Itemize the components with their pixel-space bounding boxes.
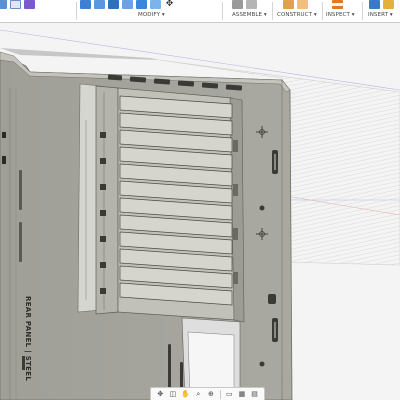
grid-icon[interactable]: ▦: [238, 390, 246, 398]
joint-icon[interactable]: [246, 0, 257, 9]
side-tab-hole: [268, 294, 276, 304]
screw-hole: [259, 361, 265, 367]
zoom-icon[interactable]: ⌕: [194, 390, 202, 398]
fit-icon[interactable]: ⊕: [207, 390, 215, 398]
pan-icon[interactable]: ✋: [181, 390, 190, 398]
fusion-app-window: ✥ MODIFY ▾ ASSEMBLE ▾ CONSTRUCT ▾ INSPEC…: [0, 0, 400, 400]
new-component-icon[interactable]: [232, 0, 243, 9]
sketch-line-icon[interactable]: [10, 0, 21, 9]
ribbon-toolbar: ✥ MODIFY ▾ ASSEMBLE ▾ CONSTRUCT ▾ INSPEC…: [0, 0, 400, 23]
display-settings-icon[interactable]: ▭: [225, 390, 233, 398]
sketch-finish-icon[interactable]: [24, 0, 35, 9]
toolbar-divider: [272, 2, 273, 20]
left-mount-hole: [2, 132, 6, 138]
modify-menu-label[interactable]: MODIFY ▾: [138, 12, 165, 18]
bracket-screw-hole: [100, 210, 106, 216]
move-copy-icon[interactable]: ✥: [164, 0, 175, 9]
chamfer-icon[interactable]: [108, 0, 119, 9]
bracket-screw-hole: [100, 236, 106, 242]
combine-icon[interactable]: [136, 0, 147, 9]
viewport-canvas[interactable]: REAR PANEL | STEEL: [0, 23, 400, 400]
insert-mesh-icon[interactable]: [369, 0, 380, 9]
construct-group: CONSTRUCT ▾: [275, 0, 323, 22]
measure-icon[interactable]: [332, 0, 343, 9]
insert-menu-label[interactable]: INSERT ▾: [368, 12, 393, 18]
sketch-tool-icon[interactable]: [0, 0, 7, 9]
viewport-navbar: ✥ ◫ ✋ ⌕ ⊕ ▭ ▦ ▤: [150, 387, 265, 400]
toolbar-divider: [322, 2, 323, 20]
left-slot: [19, 170, 22, 210]
shell-icon[interactable]: [122, 0, 133, 9]
press-pull-icon[interactable]: [80, 0, 91, 9]
left-mount-hole: [2, 156, 6, 164]
bracket-screw-hole: [100, 132, 106, 138]
assemble-menu-label[interactable]: ASSEMBLE ▾: [232, 12, 267, 18]
viewports-icon[interactable]: ▤: [251, 390, 259, 398]
toolbar-divider: [222, 2, 223, 20]
insert-group: INSERT ▾: [365, 0, 400, 22]
bracket-screw-hole: [100, 288, 106, 294]
move-icon[interactable]: ✥: [156, 390, 164, 398]
screw-hole: [259, 205, 265, 211]
look-at-icon[interactable]: ◫: [169, 390, 177, 398]
toolbar-divider: [362, 2, 363, 20]
bracket-screw-hole: [100, 184, 106, 190]
modify-group: ✥ MODIFY ▾: [80, 0, 220, 22]
construct-menu-label[interactable]: CONSTRUCT ▾: [277, 12, 317, 18]
navbar-divider: [219, 389, 221, 399]
fillet-icon[interactable]: [94, 0, 105, 9]
axis-icon[interactable]: [297, 0, 308, 9]
bracket-screw-hole: [100, 158, 106, 164]
left-slot: [19, 222, 22, 262]
assemble-group: ASSEMBLE ▾: [226, 0, 272, 22]
bracket-screw-hole: [100, 262, 106, 268]
split-icon[interactable]: [150, 0, 161, 9]
toolbar-divider: [76, 2, 77, 20]
insert-image-icon[interactable]: [383, 0, 394, 9]
engraved-label: REAR PANEL | STEEL: [23, 296, 32, 381]
inspect-menu-label[interactable]: INSPECT ▾: [326, 12, 355, 18]
sketch-group: [0, 0, 36, 22]
offset-plane-icon[interactable]: [283, 0, 294, 9]
model-viewport[interactable]: REAR PANEL | STEEL: [0, 23, 400, 400]
inspect-group: INSPECT ▾: [324, 0, 364, 22]
